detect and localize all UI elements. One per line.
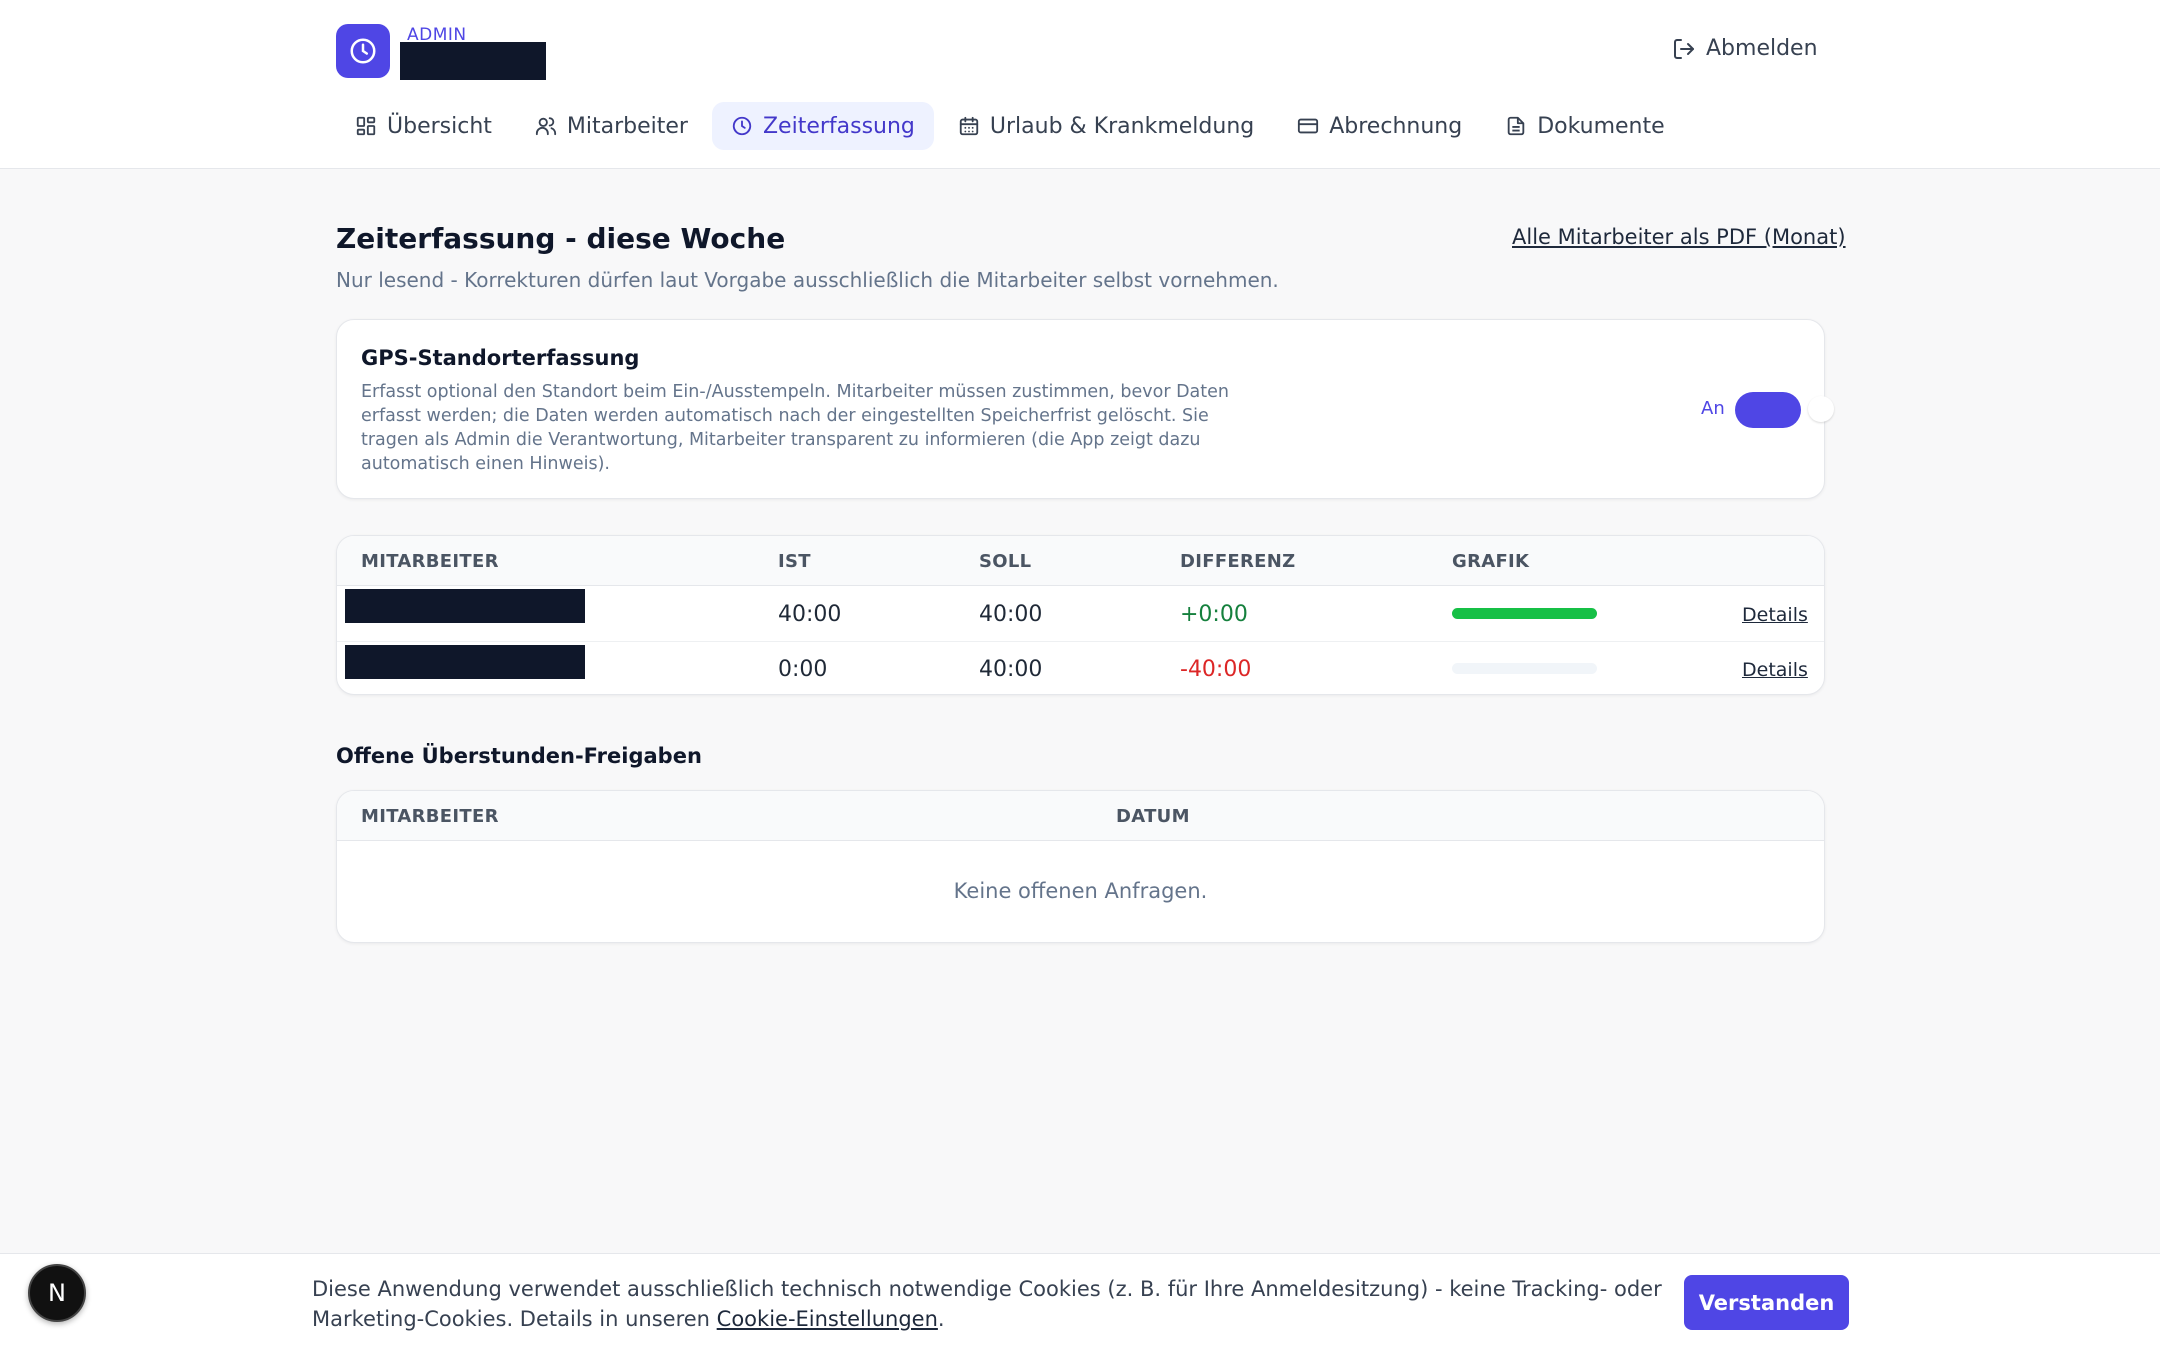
details-link[interactable]: Details — [1742, 604, 1808, 626]
column-header: IST — [778, 551, 811, 572]
tab-label: Mitarbeiter — [566, 113, 688, 139]
soll-value: 40:00 — [979, 602, 1043, 627]
tab-label: Abrechnung — [1329, 113, 1463, 139]
table-row: 0:00 40:00 -40:00 Details — [337, 641, 1824, 694]
app-logo[interactable] — [336, 24, 390, 78]
clock-icon — [350, 38, 376, 64]
cookie-banner: Diese Anwendung verwendet ausschließlich… — [0, 1253, 2160, 1350]
soll-value: 40:00 — [979, 657, 1043, 682]
clock-icon — [732, 116, 752, 136]
progress-bar-fill — [1452, 608, 1597, 619]
column-header: DATUM — [1116, 806, 1190, 827]
accept-cookies-button[interactable]: Verstanden — [1684, 1275, 1849, 1330]
column-header: SOLL — [979, 551, 1032, 572]
tab-dokumente[interactable]: Dokumente — [1486, 102, 1683, 150]
dev-tools-badge[interactable]: N — [28, 1264, 86, 1322]
tab-mitarbeiter[interactable]: Mitarbeiter — [516, 102, 707, 150]
cookie-settings-link[interactable]: Cookie-Einstellungen — [717, 1307, 938, 1331]
export-pdf-link[interactable]: Alle Mitarbeiter als PDF (Monat) — [1512, 225, 1846, 249]
logout-button[interactable]: Abmelden — [1672, 36, 1818, 61]
cookie-message: Diese Anwendung verwendet ausschließlich… — [312, 1277, 1662, 1331]
details-link[interactable]: Details — [1742, 659, 1808, 681]
tab-uebersicht[interactable]: Übersicht — [336, 102, 511, 150]
column-header: DIFFERENZ — [1180, 551, 1296, 572]
credit-card-icon — [1298, 118, 1319, 134]
pending-requests-table: MITARBEITER DATUM Keine offenen Anfragen… — [336, 790, 1825, 943]
differenz-value: -40:00 — [1180, 657, 1252, 682]
main-nav: Übersicht Mitarbeiter Zeiterfassung Urla… — [336, 102, 1689, 150]
gps-description: Erfasst optional den Standort beim Ein-/… — [361, 382, 1229, 474]
gps-settings-card: GPS-Standorterfassung Erfasst optional d… — [336, 319, 1834, 499]
page-title: Zeiterfassung - diese Woche — [336, 222, 786, 255]
gps-toggle-knob[interactable] — [1808, 396, 1834, 422]
tab-label: Dokumente — [1537, 113, 1665, 139]
progress-bar — [1452, 663, 1597, 674]
page-subtitle: Nur lesend - Korrekturen dürfen laut Vor… — [336, 268, 1279, 292]
gps-toggle[interactable] — [1735, 392, 1801, 428]
grid-icon — [356, 116, 376, 136]
app-header: ADMIN Abmelden Übersicht Mitarbeiter Zei… — [0, 0, 2160, 169]
pending-section-title: Offene Überstunden-Freigaben — [336, 744, 702, 768]
logout-icon — [1674, 38, 1694, 59]
cookie-text: Diese Anwendung verwendet ausschließlich… — [312, 1274, 1682, 1334]
empty-state: Keine offenen Anfragen. — [953, 879, 1208, 903]
calendar-icon — [959, 116, 979, 136]
tab-label: Übersicht — [387, 113, 492, 139]
table-header: MITARBEITER DATUM — [337, 791, 1824, 841]
document-icon — [1507, 116, 1525, 136]
table-header: MITARBEITER IST SOLL DIFFERENZ GRAFIK — [337, 536, 1824, 586]
cookie-suffix: . — [937, 1307, 945, 1331]
differenz-value: +0:00 — [1180, 602, 1248, 627]
tab-urlaub[interactable]: Urlaub & Krankmeldung — [939, 102, 1273, 150]
redacted-company-name — [400, 42, 546, 80]
gps-toggle-label: An — [1701, 398, 1725, 419]
tab-label: Urlaub & Krankmeldung — [989, 113, 1255, 139]
column-header: GRAFIK — [1452, 551, 1530, 572]
redacted-employee-name — [345, 645, 585, 679]
column-header: MITARBEITER — [361, 806, 499, 827]
progress-bar — [1452, 608, 1597, 619]
column-header: MITARBEITER — [361, 551, 499, 572]
ist-value: 0:00 — [778, 657, 828, 682]
logout-label: Abmelden — [1706, 36, 1818, 61]
time-table: MITARBEITER IST SOLL DIFFERENZ GRAFIK 40… — [336, 535, 1825, 695]
users-icon — [535, 117, 556, 136]
redacted-employee-name — [345, 589, 585, 623]
tab-abrechnung[interactable]: Abrechnung — [1278, 102, 1481, 150]
table-row: 40:00 40:00 +0:00 Details — [337, 586, 1824, 641]
tab-label: Zeiterfassung — [762, 113, 915, 139]
tab-zeiterfassung[interactable]: Zeiterfassung — [711, 102, 934, 150]
gps-title: GPS-Standorterfassung — [361, 346, 640, 370]
ist-value: 40:00 — [778, 602, 842, 627]
